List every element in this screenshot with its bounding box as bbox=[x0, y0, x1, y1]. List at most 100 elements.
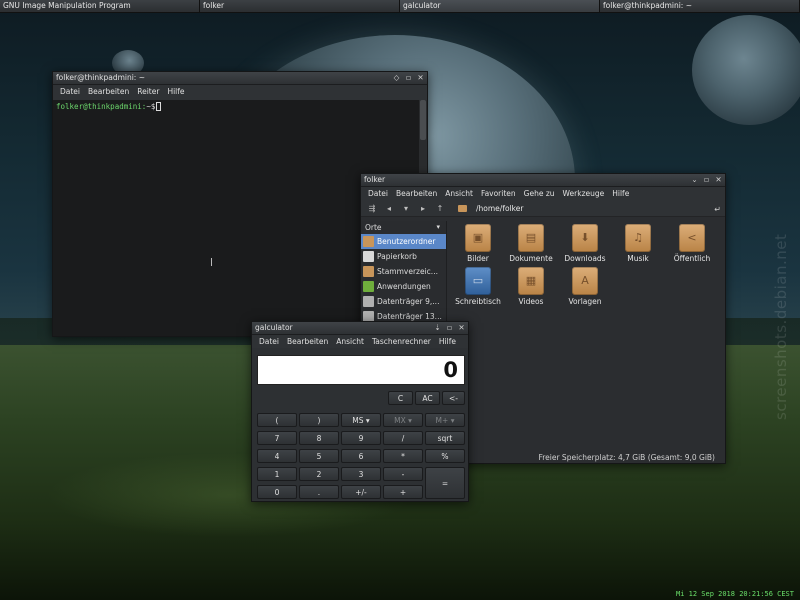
digit-4-button[interactable]: 4 bbox=[257, 449, 297, 463]
forward-arrow-icon[interactable]: ▸ bbox=[416, 204, 430, 213]
menu-datei[interactable]: Datei bbox=[255, 335, 283, 348]
folder-item-schreibtisch[interactable]: ▭ Schreibtisch bbox=[450, 267, 506, 306]
dropdown-icon[interactable]: ▾ bbox=[436, 221, 440, 234]
folder-item-videos[interactable]: ▦ Videos bbox=[503, 267, 559, 306]
sqrt-button[interactable]: sqrt bbox=[425, 431, 465, 445]
menu-werkzeuge[interactable]: Werkzeuge bbox=[559, 187, 609, 200]
menu-gehe-zu[interactable]: Gehe zu bbox=[520, 187, 559, 200]
backspace-button[interactable]: <- bbox=[442, 391, 465, 405]
sidebar-item-papierkorb[interactable]: Papierkorb bbox=[361, 249, 446, 264]
minimize-icon[interactable]: ◇ bbox=[393, 72, 400, 84]
memory-store-button[interactable]: MS ▾ bbox=[341, 413, 381, 427]
folder-icon bbox=[458, 204, 467, 212]
percent-button[interactable]: % bbox=[425, 449, 465, 463]
dropdown-icon[interactable]: ▾ bbox=[399, 204, 413, 213]
back-arrow-icon[interactable]: ◂ bbox=[382, 204, 396, 213]
sidebar-item-datentraeger-1[interactable]: Datenträger 9,... bbox=[361, 294, 446, 309]
calculator-title: galculator bbox=[255, 323, 293, 332]
digit-1-button[interactable]: 1 bbox=[257, 467, 297, 481]
menu-datei[interactable]: Datei bbox=[56, 85, 84, 98]
menu-bearbeiten[interactable]: Bearbeiten bbox=[392, 187, 441, 200]
file-manager-title: folker bbox=[364, 175, 386, 184]
divide-button[interactable]: / bbox=[383, 431, 423, 445]
file-manager-titlebar[interactable]: folker ⌄ ▫ ✕ bbox=[361, 174, 725, 187]
digit-8-button[interactable]: 8 bbox=[299, 431, 339, 445]
digit-3-button[interactable]: 3 bbox=[341, 467, 381, 481]
digit-0-button[interactable]: 0 bbox=[257, 485, 297, 499]
memory-add-button[interactable]: M+ ▾ bbox=[425, 413, 465, 427]
menu-reiter[interactable]: Reiter bbox=[133, 85, 163, 98]
all-clear-button[interactable]: AC bbox=[415, 391, 440, 405]
sidebar-item-anwendungen[interactable]: Anwendungen bbox=[361, 279, 446, 294]
terminal-menubar: Datei Bearbeiten Reiter Hilfe bbox=[53, 85, 427, 98]
mouse-ibeam-cursor bbox=[211, 258, 212, 266]
root-folder-icon bbox=[363, 266, 374, 277]
watermark: screenshots.debian.net bbox=[772, 234, 790, 420]
clear-button[interactable]: C bbox=[388, 391, 413, 405]
menu-favoriten[interactable]: Favoriten bbox=[477, 187, 520, 200]
paren-close-button[interactable]: ) bbox=[299, 413, 339, 427]
digit-7-button[interactable]: 7 bbox=[257, 431, 297, 445]
task-gimp[interactable]: GNU Image Manipulation Program bbox=[0, 0, 200, 12]
task-galculator[interactable]: galculator bbox=[400, 0, 600, 12]
calculator-titlebar[interactable]: galculator ⇣ ▫ ✕ bbox=[252, 322, 468, 335]
maximize-icon[interactable]: ▫ bbox=[446, 322, 453, 334]
memory-recall-button[interactable]: MX ▾ bbox=[383, 413, 423, 427]
maximize-icon[interactable]: ▫ bbox=[703, 174, 710, 186]
menu-hilfe[interactable]: Hilfe bbox=[163, 85, 188, 98]
home-folder-icon bbox=[363, 236, 374, 247]
plus-button[interactable]: + bbox=[383, 485, 423, 499]
paren-open-button[interactable]: ( bbox=[257, 413, 297, 427]
sign-toggle-button[interactable]: +/- bbox=[341, 485, 381, 499]
digit-9-button[interactable]: 9 bbox=[341, 431, 381, 445]
menu-ansicht[interactable]: Ansicht bbox=[332, 335, 368, 348]
folder-item-musik[interactable]: ♫ Musik bbox=[610, 224, 666, 263]
folder-item-vorlagen[interactable]: A Vorlagen bbox=[557, 267, 613, 306]
places-header[interactable]: Orte ▾ bbox=[361, 221, 446, 234]
folder-item-oeffentlich[interactable]: < Öffentlich bbox=[664, 224, 720, 263]
menu-hilfe[interactable]: Hilfe bbox=[435, 335, 460, 348]
chevron-down-icon: ▾ bbox=[450, 416, 455, 425]
chevron-down-icon: ▾ bbox=[408, 416, 412, 425]
folder-item-downloads[interactable]: ⬇ Downloads bbox=[557, 224, 613, 263]
maximize-icon[interactable]: ▫ bbox=[405, 72, 412, 84]
digit-5-button[interactable]: 5 bbox=[299, 449, 339, 463]
menu-bearbeiten[interactable]: Bearbeiten bbox=[84, 85, 133, 98]
menu-ansicht[interactable]: Ansicht bbox=[441, 187, 477, 200]
new-tab-icon[interactable]: ⇶ bbox=[365, 204, 379, 213]
display-value: 0 bbox=[443, 358, 458, 382]
task-folker[interactable]: folker bbox=[200, 0, 400, 12]
terminal-titlebar[interactable]: folker@thinkpadmini: ~ ◇ ▫ ✕ bbox=[53, 72, 427, 85]
menu-bearbeiten[interactable]: Bearbeiten bbox=[283, 335, 332, 348]
folder-item-bilder[interactable]: ▣ Bilder bbox=[450, 224, 506, 263]
sidebar-item-stammverzeichnis[interactable]: Stammverzeic... bbox=[361, 264, 446, 279]
shade-icon[interactable]: ⌄ bbox=[691, 174, 698, 186]
location-path[interactable]: /home/folker bbox=[476, 204, 523, 213]
task-terminal[interactable]: folker@thinkpadmini: ~ bbox=[600, 0, 800, 12]
close-icon[interactable]: ✕ bbox=[458, 322, 465, 334]
file-view[interactable]: ▣ Bilder ▤ Dokumente ⬇ Downloads ♫ Musik < Öf… bbox=[448, 221, 725, 453]
menu-datei[interactable]: Datei bbox=[364, 187, 392, 200]
path-end-icon[interactable]: ↵ bbox=[714, 205, 721, 214]
terminal-scrollbar-thumb[interactable] bbox=[420, 100, 426, 140]
minimize-icon[interactable]: ⇣ bbox=[434, 322, 441, 334]
up-arrow-icon[interactable]: ↑ bbox=[433, 204, 447, 213]
status-bar: Freier Speicherplatz: 4,7 GiB (Gesamt: 9… bbox=[455, 452, 725, 463]
menu-taschenrechner[interactable]: Taschenrechner bbox=[368, 335, 435, 348]
file-manager-toolbar: ⇶ ◂ ▾ ▸ ↑ /home/folker bbox=[361, 200, 725, 217]
digit-6-button[interactable]: 6 bbox=[341, 449, 381, 463]
template-icon: A bbox=[581, 274, 589, 287]
close-icon[interactable]: ✕ bbox=[417, 72, 424, 84]
minus-button[interactable]: - bbox=[383, 467, 423, 481]
calculator-menubar: Datei Bearbeiten Ansicht Taschenrechner … bbox=[252, 335, 468, 348]
decimal-point-button[interactable]: . bbox=[299, 485, 339, 499]
multiply-button[interactable]: * bbox=[383, 449, 423, 463]
digit-2-button[interactable]: 2 bbox=[299, 467, 339, 481]
folder-item-dokumente[interactable]: ▤ Dokumente bbox=[503, 224, 559, 263]
file-manager-menubar: Datei Bearbeiten Ansicht Favoriten Gehe … bbox=[361, 187, 725, 200]
menu-hilfe[interactable]: Hilfe bbox=[608, 187, 633, 200]
trash-icon bbox=[363, 251, 374, 262]
sidebar-item-benutzerordner[interactable]: Benutzerordner bbox=[361, 234, 446, 249]
equals-button[interactable]: = bbox=[425, 467, 465, 499]
close-icon[interactable]: ✕ bbox=[715, 174, 722, 186]
